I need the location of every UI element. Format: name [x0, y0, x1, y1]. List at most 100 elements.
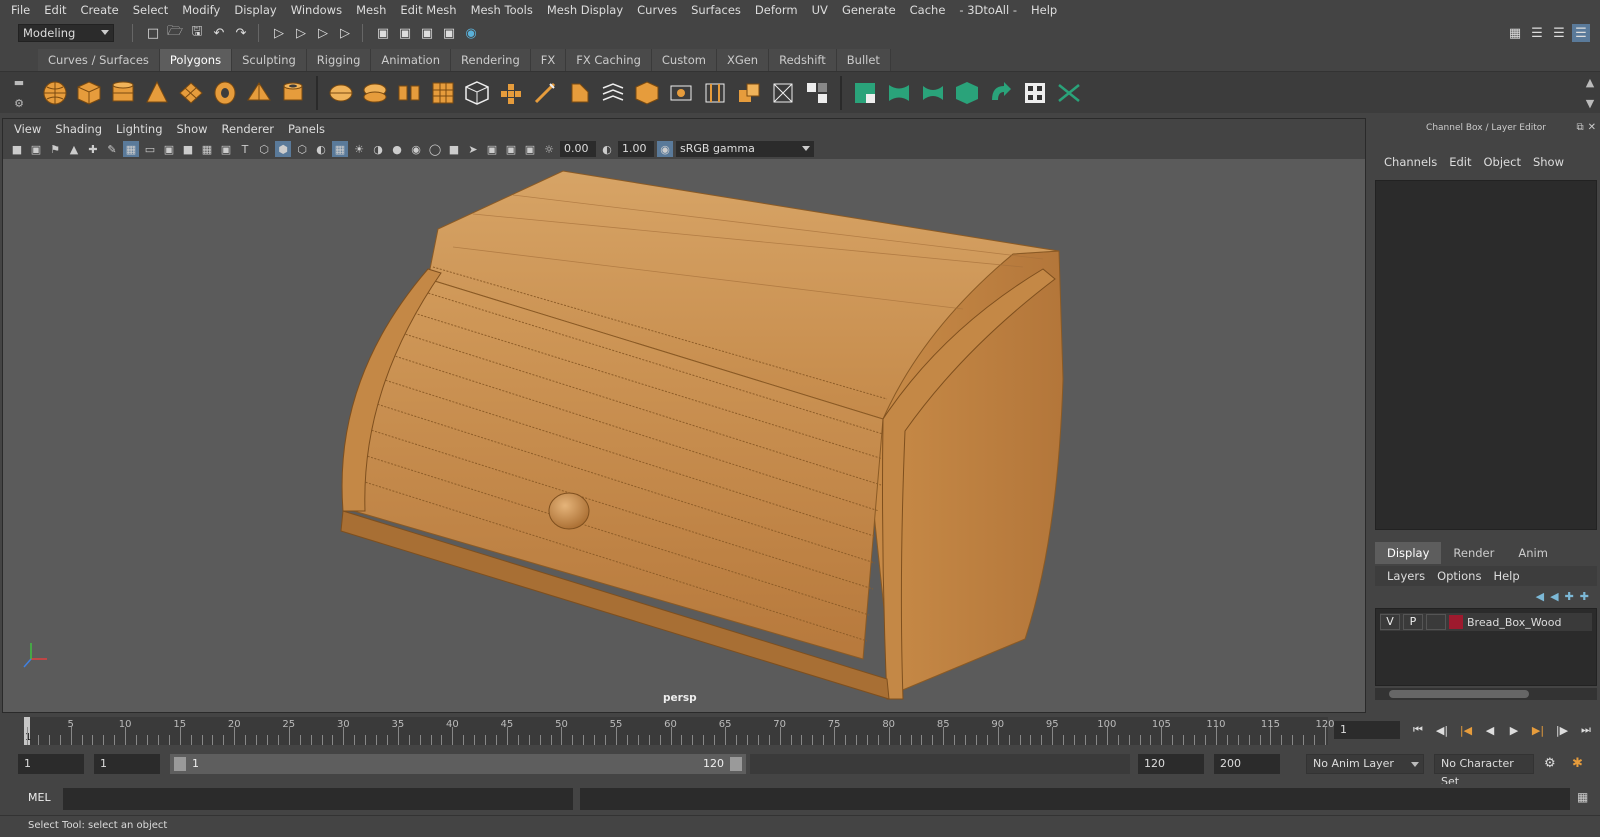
layer-row[interactable]: V P Bread_Box_Wood: [1380, 613, 1592, 631]
layer-menu-layers[interactable]: Layers: [1381, 569, 1431, 583]
shelf-tab-redshift[interactable]: Redshift: [769, 49, 837, 71]
poly-pyramid-icon[interactable]: [244, 78, 274, 108]
shelf-collapse-icon[interactable]: ▬: [14, 76, 24, 89]
range-end-handle[interactable]: [730, 757, 742, 771]
combine-icon[interactable]: [326, 78, 356, 108]
separate-icon[interactable]: [360, 78, 390, 108]
perspective-viewport[interactable]: View Shading Lighting Show Renderer Panels ■ …: [2, 118, 1366, 713]
exposure-field[interactable]: 0.00: [560, 141, 596, 157]
select-object-icon[interactable]: ▷: [292, 24, 310, 42]
gate-mask-icon[interactable]: ■: [180, 141, 196, 157]
auto-key-icon[interactable]: ⚙: [1544, 756, 1556, 771]
float-panel-icon[interactable]: ⧉: [1576, 122, 1583, 133]
viewport-menu-show[interactable]: Show: [170, 122, 215, 136]
safe-title-icon[interactable]: T: [237, 141, 253, 157]
new-layer-icon[interactable]: ✚: [1565, 590, 1574, 603]
range-slider-bar[interactable]: 1 120: [170, 754, 746, 774]
shelf-gear-icon[interactable]: ⚙: [14, 97, 24, 110]
isolate-select-icon[interactable]: ➤: [465, 141, 481, 157]
layer-menu-help[interactable]: Help: [1487, 569, 1525, 583]
wireframe-icon[interactable]: ⬡: [256, 141, 272, 157]
shelf-scroll-up-icon[interactable]: ▲: [1586, 76, 1594, 89]
camera-attributes-icon[interactable]: ▣: [28, 141, 44, 157]
poly-pipe-icon[interactable]: [278, 78, 308, 108]
shelf-tab-bullet[interactable]: Bullet: [836, 49, 891, 71]
depth-of-field-icon[interactable]: ■: [446, 141, 462, 157]
merge-icon[interactable]: [734, 78, 764, 108]
select-component-icon[interactable]: ▷: [314, 24, 332, 42]
bevel-icon[interactable]: [564, 78, 594, 108]
play-backward-icon[interactable]: ◀: [1480, 722, 1500, 738]
xray-active-icon[interactable]: ▣: [503, 141, 519, 157]
gamma-icon[interactable]: ◐: [599, 141, 615, 157]
image-plane-icon[interactable]: ▲: [66, 141, 82, 157]
select-camera-icon[interactable]: ■: [9, 141, 25, 157]
uv-unfold-icon[interactable]: [986, 78, 1016, 108]
menu-help[interactable]: Help: [1024, 3, 1064, 17]
step-back-frame-icon[interactable]: |◀: [1456, 722, 1476, 738]
frame-all-icon[interactable]: ▣: [522, 141, 538, 157]
color-management-icon[interactable]: ◉: [657, 141, 673, 157]
channel-box-menu-show[interactable]: Show: [1527, 155, 1570, 169]
playback-end-field[interactable]: 120: [1138, 754, 1204, 774]
modeling-toolkit-icon[interactable]: ▦: [1506, 24, 1524, 42]
menu-3dtoall[interactable]: - 3DtoAll -: [952, 3, 1024, 17]
shadows-icon[interactable]: ◑: [370, 141, 386, 157]
shelf-tab-fx-caching[interactable]: FX Caching: [566, 49, 652, 71]
step-forward-key-icon[interactable]: |▶: [1552, 722, 1572, 738]
wireframe-on-shaded-icon[interactable]: ⬡: [294, 141, 310, 157]
menu-cache[interactable]: Cache: [903, 3, 953, 17]
snap-toggle-icon[interactable]: ▷: [336, 24, 354, 42]
average-vertices-icon[interactable]: [428, 78, 458, 108]
film-gate-icon[interactable]: ▭: [142, 141, 158, 157]
poly-cube-icon[interactable]: [74, 78, 104, 108]
move-layer-down-icon[interactable]: ◀: [1550, 590, 1558, 603]
insert-edge-loop-icon[interactable]: [700, 78, 730, 108]
channel-box-menu-channels[interactable]: Channels: [1378, 155, 1443, 169]
layer-menu-options[interactable]: Options: [1431, 569, 1487, 583]
animation-preferences-icon[interactable]: ✱: [1572, 756, 1583, 771]
shelf-menu-icon[interactable]: [0, 47, 38, 71]
menu-mesh[interactable]: Mesh: [349, 3, 393, 17]
exposure-icon[interactable]: ☼: [541, 141, 557, 157]
time-slider[interactable]: 1 5 10 15 20 25 30 35 40 45 50 55 60 65 70 75 80 85 90 95 1…: [0, 713, 1600, 745]
menu-uv[interactable]: UV: [805, 3, 835, 17]
close-icon[interactable]: ✕: [1588, 122, 1596, 133]
animation-start-field[interactable]: 1: [18, 754, 84, 774]
field-chart-icon[interactable]: ▦: [199, 141, 215, 157]
tool-settings-icon[interactable]: ☰: [1550, 24, 1568, 42]
shelf-scroll-down-icon[interactable]: ▼: [1586, 97, 1594, 110]
animation-end-field[interactable]: 200: [1214, 754, 1280, 774]
poly-cone-icon[interactable]: [142, 78, 172, 108]
menu-mesh-display[interactable]: Mesh Display: [540, 3, 630, 17]
layer-tab-render[interactable]: Render: [1441, 542, 1507, 564]
render-view-icon[interactable]: ▣: [374, 24, 392, 42]
range-start-handle[interactable]: [174, 757, 186, 771]
go-to-start-icon[interactable]: ⏮: [1408, 722, 1428, 738]
render-frame-icon[interactable]: ▣: [396, 24, 414, 42]
uv-cylindrical-icon[interactable]: [884, 78, 914, 108]
append-polygon-icon[interactable]: [632, 78, 662, 108]
poly-cylinder-icon[interactable]: [108, 78, 138, 108]
antialiasing-icon[interactable]: ◯: [427, 141, 443, 157]
new-scene-icon[interactable]: □: [144, 24, 162, 42]
shelf-tab-xgen[interactable]: XGen: [716, 49, 770, 71]
safe-action-icon[interactable]: ▣: [218, 141, 234, 157]
screen-space-ao-icon[interactable]: ●: [389, 141, 405, 157]
bread-box-model[interactable]: [3, 159, 1365, 714]
uv-cut-sew-icon[interactable]: [1054, 78, 1084, 108]
gamma-field[interactable]: 1.00: [618, 141, 654, 157]
menu-curves[interactable]: Curves: [630, 3, 684, 17]
menu-surfaces[interactable]: Surfaces: [684, 3, 748, 17]
uv-automatic-icon[interactable]: [952, 78, 982, 108]
current-frame-field[interactable]: 1: [1334, 721, 1400, 739]
shelf-tab-rigging[interactable]: Rigging: [306, 49, 372, 71]
poly-plane-icon[interactable]: [176, 78, 206, 108]
menu-file[interactable]: File: [4, 3, 37, 17]
menu-display[interactable]: Display: [227, 3, 283, 17]
shelf-tab-curves-surfaces[interactable]: Curves / Surfaces: [38, 49, 160, 71]
layer-tab-anim[interactable]: Anim: [1506, 542, 1560, 564]
mirror-icon[interactable]: [462, 78, 492, 108]
use-all-lights-icon[interactable]: ☀: [351, 141, 367, 157]
anim-layer-dropdown[interactable]: No Anim Layer: [1306, 754, 1424, 774]
